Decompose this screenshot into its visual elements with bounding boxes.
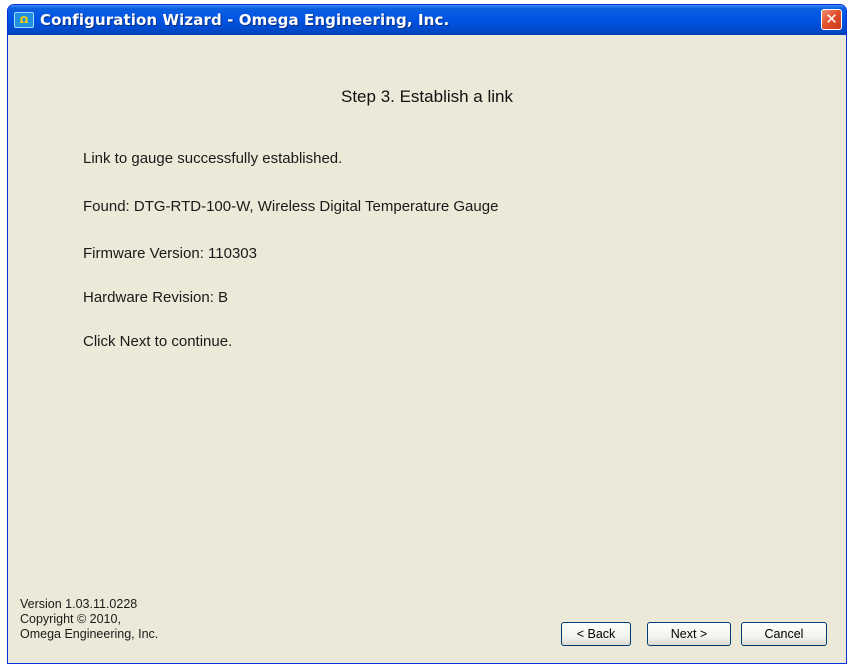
close-button[interactable]: ✕ <box>821 9 842 30</box>
close-icon: ✕ <box>825 10 838 28</box>
omega-app-icon: Ω <box>14 12 34 28</box>
version-info: Version 1.03.11.0228 Copyright © 2010, O… <box>20 597 158 642</box>
company-text: Omega Engineering, Inc. <box>20 627 159 641</box>
found-device-text: Found: DTG-RTD-100-W, Wireless Digital T… <box>83 198 499 215</box>
version-text: Version 1.03.11.0228 <box>20 597 138 611</box>
title-bar[interactable]: Ω Configuration Wizard - Omega Engineeri… <box>8 5 846 35</box>
window-title: Configuration Wizard - Omega Engineering… <box>40 11 450 29</box>
continue-instruction-text: Click Next to continue. <box>83 333 233 350</box>
firmware-version-text: Firmware Version: 110303 <box>83 245 257 262</box>
link-status-text: Link to gauge successfully established. <box>83 150 343 167</box>
step-title: Step 3. Establish a link <box>341 87 513 106</box>
config-wizard-window: Ω Configuration Wizard - Omega Engineeri… <box>7 4 847 664</box>
cancel-button[interactable]: Cancel <box>741 622 827 646</box>
back-button[interactable]: < Back <box>561 622 631 646</box>
next-button[interactable]: Next > <box>647 622 731 646</box>
copyright-text: Copyright © 2010, <box>20 612 121 626</box>
hardware-revision-text: Hardware Revision: B <box>83 289 229 306</box>
